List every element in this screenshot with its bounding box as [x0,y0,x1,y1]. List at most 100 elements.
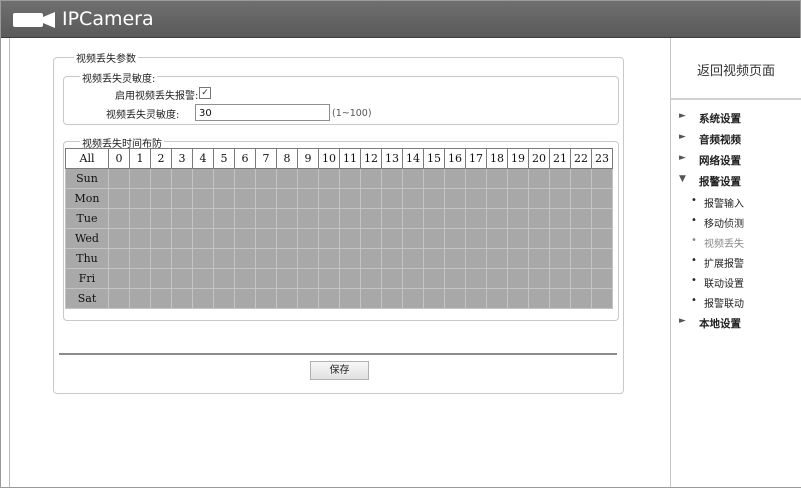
hour-header-2[interactable]: 2 [150,148,172,169]
schedule-cell[interactable] [402,288,424,309]
schedule-cell[interactable] [591,288,613,309]
schedule-cell[interactable] [402,208,424,229]
schedule-cell[interactable] [591,228,613,249]
schedule-cell[interactable] [591,268,613,289]
schedule-cell[interactable] [129,208,151,229]
schedule-cell[interactable] [213,168,235,189]
schedule-cell[interactable] [318,188,340,209]
schedule-cell[interactable] [213,288,235,309]
hour-header-6[interactable]: 6 [234,148,256,169]
hour-header-19[interactable]: 19 [507,148,529,169]
schedule-cell[interactable] [549,228,571,249]
schedule-cell[interactable] [318,248,340,269]
schedule-cell[interactable] [339,228,361,249]
schedule-cell[interactable] [570,188,592,209]
schedule-cell[interactable] [486,248,508,269]
day-label-wed[interactable]: Wed [65,228,109,249]
schedule-cell[interactable] [507,228,529,249]
hour-header-5[interactable]: 5 [213,148,235,169]
schedule-cell[interactable] [381,288,403,309]
hour-header-11[interactable]: 11 [339,148,361,169]
schedule-cell[interactable] [213,228,235,249]
schedule-cell[interactable] [486,268,508,289]
schedule-cell[interactable] [402,228,424,249]
schedule-cell[interactable] [549,208,571,229]
schedule-cell[interactable] [528,228,550,249]
schedule-cell[interactable] [360,288,382,309]
schedule-cell[interactable] [192,268,214,289]
schedule-cell[interactable] [318,208,340,229]
schedule-cell[interactable] [381,188,403,209]
schedule-cell[interactable] [507,268,529,289]
schedule-cell[interactable] [276,228,298,249]
schedule-cell[interactable] [423,288,445,309]
schedule-cell[interactable] [444,228,466,249]
schedule-cell[interactable] [381,248,403,269]
schedule-cell[interactable] [276,168,298,189]
schedule-cell[interactable] [549,288,571,309]
schedule-cell[interactable] [192,228,214,249]
day-label-sat[interactable]: Sat [65,288,109,309]
schedule-cell[interactable] [318,268,340,289]
schedule-cell[interactable] [423,188,445,209]
schedule-cell[interactable] [297,228,319,249]
schedule-cell[interactable] [402,268,424,289]
schedule-cell[interactable] [129,288,151,309]
schedule-cell[interactable] [549,188,571,209]
schedule-cell[interactable] [276,248,298,269]
schedule-cell[interactable] [171,268,193,289]
day-label-tue[interactable]: Tue [65,208,109,229]
menu-item-audio-video[interactable]: ► 音频视频 [679,132,741,147]
schedule-cell[interactable] [171,248,193,269]
schedule-cell[interactable] [192,248,214,269]
schedule-cell[interactable] [360,208,382,229]
select-all-cell[interactable]: All [65,148,109,169]
schedule-cell[interactable] [465,188,487,209]
schedule-cell[interactable] [528,168,550,189]
schedule-cell[interactable] [486,288,508,309]
schedule-cell[interactable] [591,188,613,209]
schedule-cell[interactable] [234,188,256,209]
schedule-cell[interactable] [234,288,256,309]
schedule-cell[interactable] [507,188,529,209]
schedule-cell[interactable] [507,288,529,309]
schedule-cell[interactable] [108,268,130,289]
schedule-cell[interactable] [570,248,592,269]
schedule-cell[interactable] [528,208,550,229]
schedule-cell[interactable] [570,208,592,229]
schedule-cell[interactable] [339,208,361,229]
schedule-cell[interactable] [423,228,445,249]
schedule-cell[interactable] [255,228,277,249]
schedule-cell[interactable] [129,228,151,249]
schedule-cell[interactable] [276,288,298,309]
schedule-cell[interactable] [150,168,172,189]
schedule-cell[interactable] [402,168,424,189]
day-label-sun[interactable]: Sun [65,168,109,189]
schedule-cell[interactable] [591,208,613,229]
schedule-cell[interactable] [444,168,466,189]
schedule-cell[interactable] [255,268,277,289]
hour-header-8[interactable]: 8 [276,148,298,169]
hour-header-18[interactable]: 18 [486,148,508,169]
schedule-cell[interactable] [276,208,298,229]
schedule-cell[interactable] [171,288,193,309]
schedule-cell[interactable] [444,268,466,289]
schedule-cell[interactable] [108,188,130,209]
schedule-cell[interactable] [465,208,487,229]
schedule-cell[interactable] [507,248,529,269]
submenu-motion-detection[interactable]: • 移动侦测 [691,215,744,230]
hour-header-3[interactable]: 3 [171,148,193,169]
schedule-cell[interactable] [570,288,592,309]
schedule-cell[interactable] [423,208,445,229]
enable-alarm-checkbox[interactable]: ✓ [199,87,211,99]
schedule-cell[interactable] [423,168,445,189]
schedule-cell[interactable] [381,228,403,249]
schedule-cell[interactable] [591,168,613,189]
schedule-cell[interactable] [528,188,550,209]
schedule-cell[interactable] [255,208,277,229]
hour-header-14[interactable]: 14 [402,148,424,169]
schedule-cell[interactable] [423,268,445,289]
hour-header-13[interactable]: 13 [381,148,403,169]
schedule-cell[interactable] [360,168,382,189]
schedule-cell[interactable] [339,288,361,309]
